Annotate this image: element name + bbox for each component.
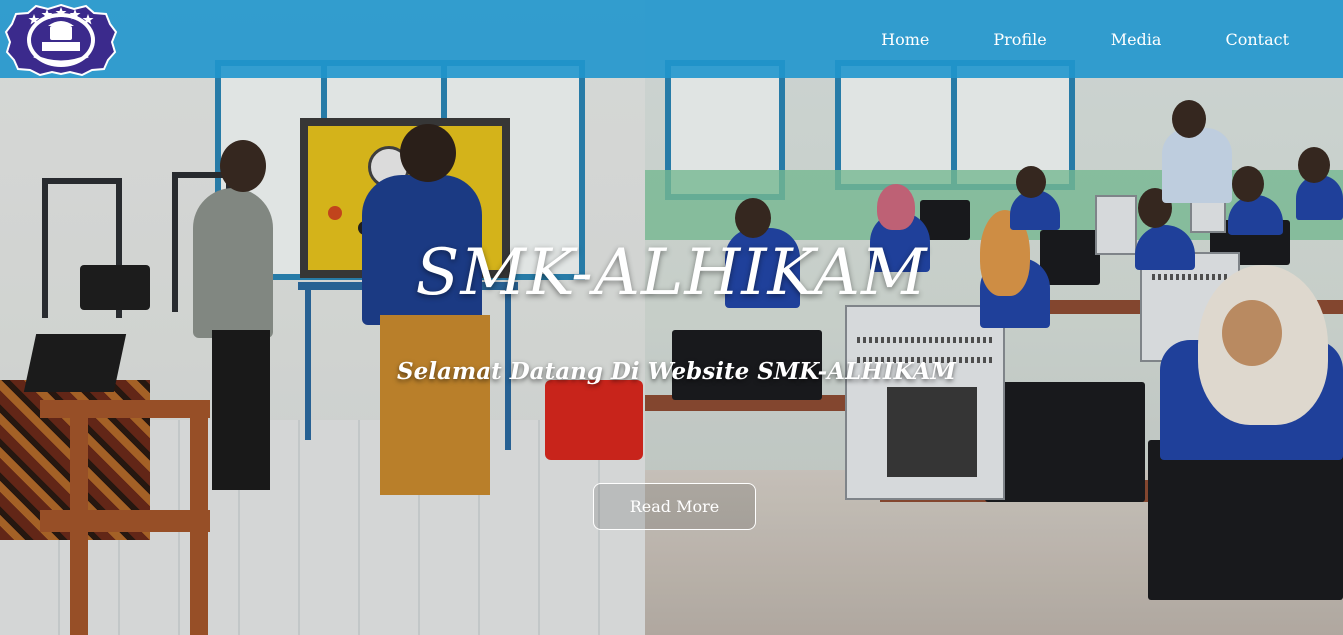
hero-background-image bbox=[0, 0, 1343, 635]
nav-profile[interactable]: Profile bbox=[993, 30, 1046, 49]
nav-contact[interactable]: Contact bbox=[1225, 30, 1289, 49]
page: Home Profile Media Contact SMK-ALHIKAM S… bbox=[0, 0, 1343, 635]
hero-subtitle: Selamat Datang Di Website SMK-ALHIKAM bbox=[396, 358, 957, 385]
read-more-button[interactable]: Read More bbox=[593, 483, 756, 530]
hero-title: SMK-ALHIKAM bbox=[415, 236, 928, 310]
school-logo[interactable] bbox=[4, 2, 118, 77]
main-nav: Home Profile Media Contact bbox=[817, 0, 1343, 78]
nav-home[interactable]: Home bbox=[881, 30, 929, 49]
navbar: Home Profile Media Contact bbox=[0, 0, 1343, 78]
nav-media[interactable]: Media bbox=[1111, 30, 1162, 49]
